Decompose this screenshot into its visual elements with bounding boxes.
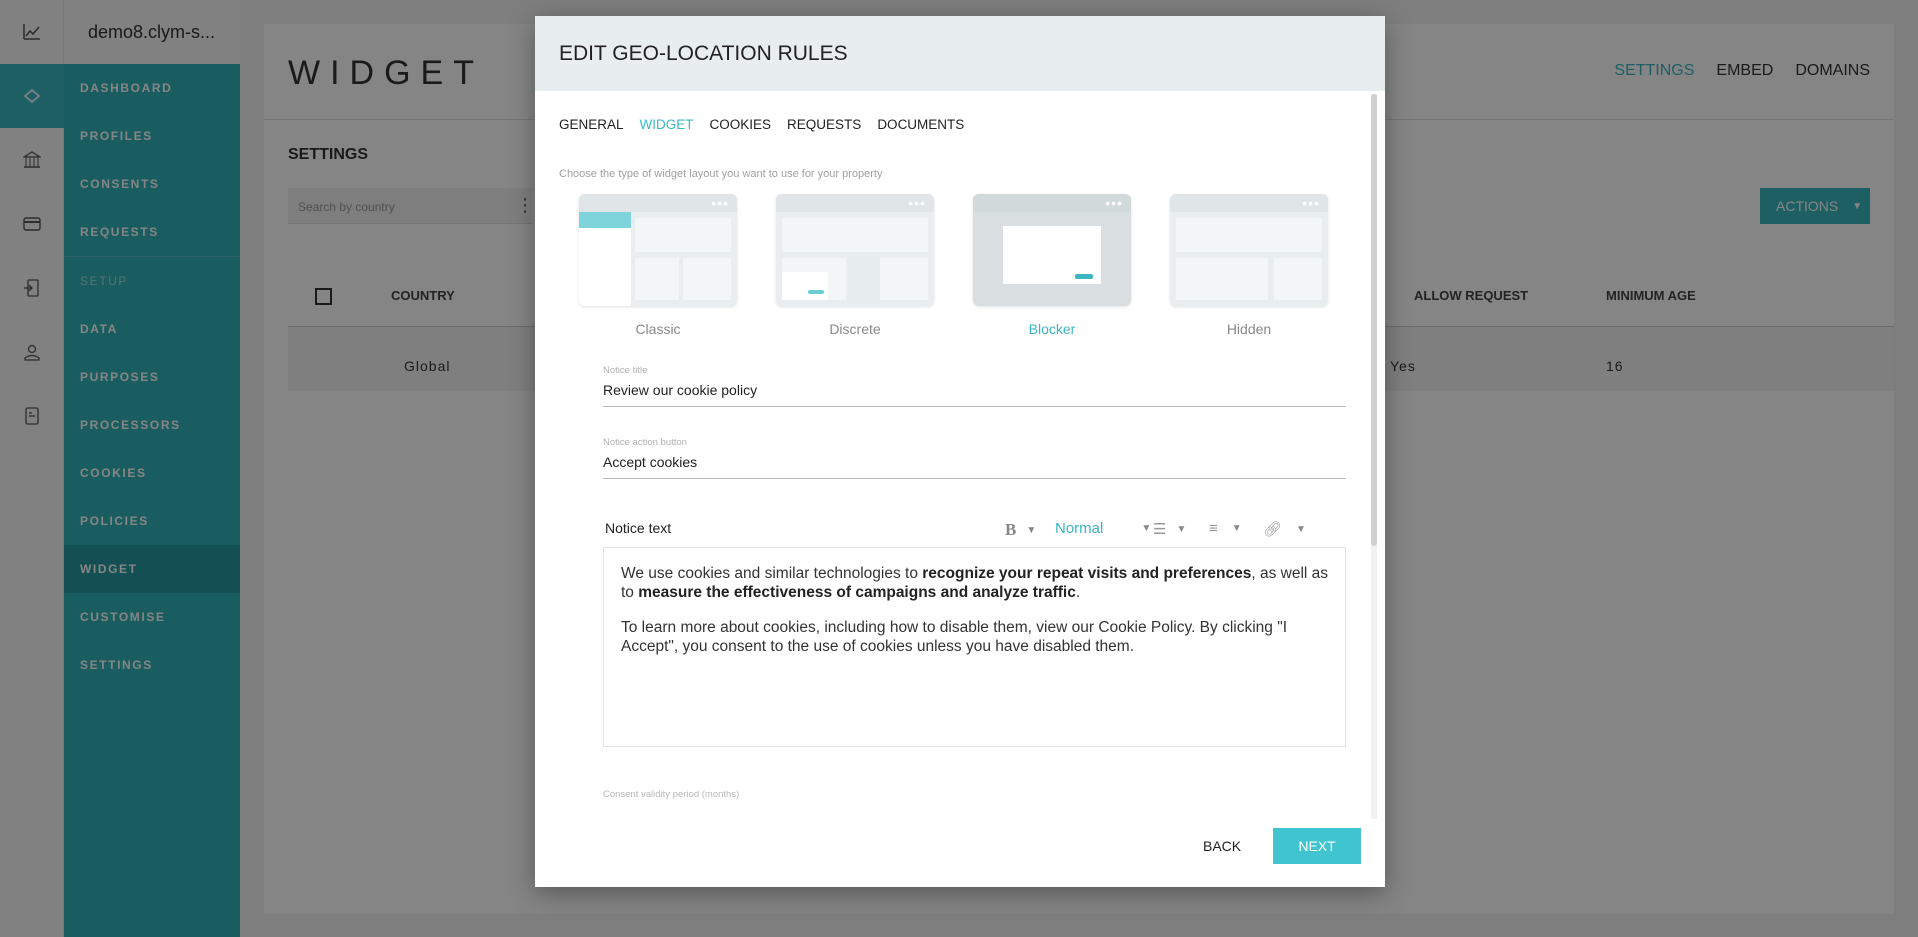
notice-action-input[interactable]: Accept cookies xyxy=(603,454,1346,478)
caret-down-icon: ▼ xyxy=(1176,523,1187,535)
hidden-layout-preview: ••• xyxy=(1170,194,1328,306)
edit-geo-location-dialog: EDIT GEO-LOCATION RULES GENERAL WIDGET C… xyxy=(535,16,1385,887)
dots-icon: ••• xyxy=(1302,195,1320,211)
consent-validity-label: Consent validity period (months) xyxy=(603,789,740,800)
layout-label-hidden: Hidden xyxy=(1226,321,1272,337)
layout-option-hidden[interactable]: ••• Hidden xyxy=(1170,194,1328,337)
list-icon: ☰ xyxy=(1153,521,1167,538)
classic-layout-preview: ••• xyxy=(579,194,737,306)
notice-paragraph-2: To learn more about cookies, including h… xyxy=(621,619,1288,655)
layout-option-blocker[interactable]: ••• Blocker xyxy=(973,194,1131,337)
layout-option-classic[interactable]: ••• Classic xyxy=(579,194,737,337)
link-icon: 🔗︎ xyxy=(1263,521,1283,538)
notice-text-toolbar: Notice text B ▼ Normal ▼ ☰ ▼ ≡ ▼ 🔗︎ ▼ xyxy=(605,512,1345,546)
tab-widget[interactable]: WIDGET xyxy=(640,117,694,132)
align-tool[interactable]: ≡ ▼ xyxy=(1209,520,1242,537)
bold-icon: B xyxy=(1005,520,1017,539)
tab-cookies[interactable]: COOKIES xyxy=(710,117,772,132)
layout-instructions: Choose the type of widget layout you wan… xyxy=(559,168,883,180)
caret-down-icon: ▼ xyxy=(1296,523,1306,535)
notice-title-field[interactable]: Notice title Review our cookie policy xyxy=(603,365,1346,407)
notice-action-label: Notice action button xyxy=(603,437,687,448)
notice-title-input[interactable]: Review our cookie policy xyxy=(603,382,1346,406)
tab-general[interactable]: GENERAL xyxy=(559,117,624,132)
dots-icon: ••• xyxy=(1105,195,1123,211)
tab-requests[interactable]: REQUESTS xyxy=(787,117,861,132)
dialog-scrollbar-thumb[interactable] xyxy=(1371,94,1377,546)
discrete-layout-preview: ••• xyxy=(776,194,934,306)
layout-label-discrete: Discrete xyxy=(829,321,881,337)
align-left-icon: ≡ xyxy=(1209,520,1218,537)
link-tool[interactable]: 🔗︎ ▼ xyxy=(1263,520,1306,538)
layout-label-blocker: Blocker xyxy=(1028,321,1076,337)
list-tool[interactable]: ☰ ▼ xyxy=(1153,520,1186,538)
notice-text-label: Notice text xyxy=(605,520,672,536)
layout-option-discrete[interactable]: ••• Discrete xyxy=(776,194,934,337)
notice-title-label: Notice title xyxy=(603,365,648,376)
back-button[interactable]: BACK xyxy=(1203,838,1241,854)
dialog-title: EDIT GEO-LOCATION RULES xyxy=(535,16,1385,91)
blocker-layout-preview: ••• xyxy=(973,194,1131,306)
dialog-tabs: GENERAL WIDGET COOKIES REQUESTS DOCUMENT… xyxy=(559,117,964,132)
tab-documents[interactable]: DOCUMENTS xyxy=(877,117,964,132)
bold-tool[interactable]: B ▼ xyxy=(1005,520,1036,540)
format-value: Normal xyxy=(1055,520,1104,537)
layout-label-classic: Classic xyxy=(635,321,681,337)
caret-down-icon: ▼ xyxy=(1231,523,1242,534)
notice-text-editor[interactable]: We use cookies and similar technologies … xyxy=(603,547,1346,747)
format-select[interactable]: Normal ▼ xyxy=(1055,520,1151,537)
dots-icon: ••• xyxy=(711,195,729,211)
next-button[interactable]: NEXT xyxy=(1273,828,1361,864)
caret-down-icon: ▼ xyxy=(1141,523,1152,534)
caret-down-icon: ▼ xyxy=(1026,524,1037,536)
notice-action-field[interactable]: Notice action button Accept cookies xyxy=(603,437,1346,479)
dots-icon: ••• xyxy=(908,195,926,211)
notice-paragraph-1: We use cookies and similar technologies … xyxy=(621,565,1329,601)
